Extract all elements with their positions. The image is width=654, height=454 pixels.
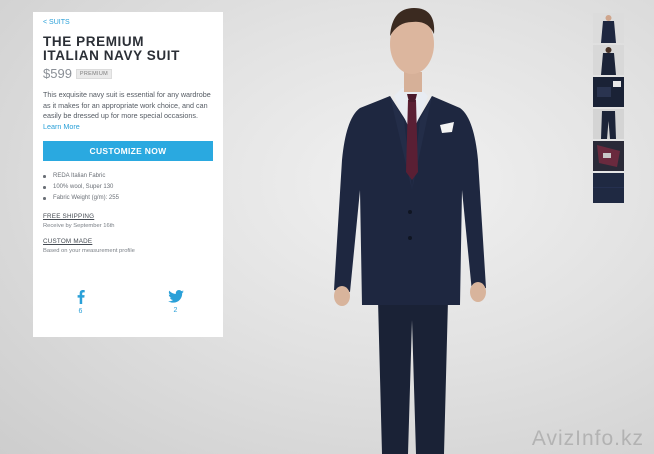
feature-list: REDA Italian Fabric 100% wool, Super 130… [43, 171, 213, 204]
feature-text: 100% wool, Super 130 [53, 184, 114, 190]
trousers-thumbnail [593, 109, 624, 139]
bullet-icon [43, 186, 46, 189]
custom-made-text: Based on your measurement profile [43, 248, 135, 254]
facebook-icon [77, 290, 85, 304]
shipping-info: FREE SHIPPING Receive by September 16th [43, 213, 213, 229]
thumbnail-full-suit-back[interactable] [593, 45, 624, 75]
shipping-text: Receive by September 16th [43, 223, 115, 229]
product-title-line2: ITALIAN NAVY SUIT [43, 48, 180, 63]
lining-detail-thumbnail [593, 141, 624, 171]
feature-item: Fabric Weight (g/m): 255 [43, 193, 213, 204]
jacket-detail-thumbnail [593, 77, 624, 107]
product-description: This exquisite navy suit is essential fo… [43, 90, 213, 132]
thumbnail-full-suit-front[interactable] [593, 13, 624, 43]
learn-more-link[interactable]: Learn More [43, 122, 80, 131]
breadcrumb-suits-link[interactable]: < SUITS [43, 19, 213, 26]
bullet-icon [43, 175, 46, 178]
feature-item: REDA Italian Fabric [43, 171, 213, 182]
feature-text: REDA Italian Fabric [53, 173, 106, 179]
thumbnail-fabric-swatch[interactable] [593, 173, 624, 203]
model-image [334, 8, 486, 454]
twitter-count: 2 [173, 307, 178, 314]
twitter-icon [167, 290, 184, 303]
feature-text: Fabric Weight (g/m): 255 [53, 195, 119, 201]
thumbnail-jacket-detail[interactable] [593, 77, 624, 107]
twitter-share-button[interactable]: 2 [128, 290, 223, 315]
premium-badge: PREMIUM [75, 68, 112, 79]
free-shipping-link[interactable]: FREE SHIPPING [43, 213, 213, 220]
bullet-icon [43, 197, 46, 200]
watermark: AvizInfo.kz [531, 427, 644, 450]
facebook-count: 6 [78, 308, 83, 315]
customize-now-button[interactable]: CUSTOMIZE NOW [43, 141, 213, 161]
custom-made-link[interactable]: CUSTOM MADE [43, 238, 213, 245]
feature-item: 100% wool, Super 130 [43, 182, 213, 193]
product-title-line1: THE PREMIUM [43, 34, 145, 49]
fabric-swatch-thumbnail [593, 173, 624, 203]
suit-back-thumbnail [593, 45, 624, 75]
product-title: THE PREMIUM ITALIAN NAVY SUIT [43, 35, 213, 63]
product-price: $599 [43, 66, 72, 81]
thumbnail-trousers[interactable] [593, 109, 624, 139]
price-row: $599 PREMIUM [43, 66, 213, 81]
thumbnail-strip [593, 13, 624, 205]
custom-made-info: CUSTOM MADE Based on your measurement pr… [43, 238, 213, 254]
suit-front-thumbnail [593, 13, 624, 43]
facebook-share-button[interactable]: 6 [33, 290, 128, 315]
social-share: 6 2 [33, 290, 223, 315]
thumbnail-lining-detail[interactable] [593, 141, 624, 171]
product-card: < SUITS THE PREMIUM ITALIAN NAVY SUIT $5… [33, 12, 223, 337]
description-text: This exquisite navy suit is essential fo… [43, 90, 211, 120]
